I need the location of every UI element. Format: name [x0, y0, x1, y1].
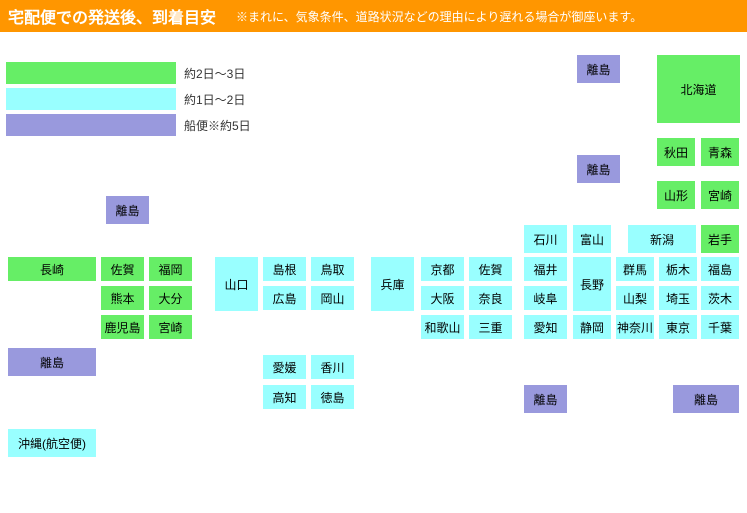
region-nagasaki: 長崎: [7, 256, 97, 282]
region-yamanashi: 山梨: [615, 285, 655, 311]
legend-label: 船便※約5日: [184, 117, 251, 134]
delivery-map: 約2日～3日 約1日～2日 船便※約5日 離島 北海道 秋田 青森 離島 山形 …: [0, 32, 747, 462]
region-gifu: 岐阜: [523, 285, 568, 311]
region-hiroshima: 広島: [262, 285, 307, 311]
region-yamaguchi: 山口: [214, 256, 259, 312]
region-hokkaido: 北海道: [656, 54, 741, 124]
legend-item: 船便※約5日: [6, 114, 251, 136]
legend-swatch-green: [6, 62, 176, 84]
legend-label: 約2日～3日: [184, 65, 245, 82]
region-okayama: 岡山: [310, 285, 355, 311]
region-fukuoka: 福岡: [148, 256, 193, 282]
region-island: 離島: [105, 195, 150, 225]
header-note: ※まれに、気象条件、道路状況などの理由により遅れる場合が御座います。: [236, 8, 642, 25]
region-kyoto: 京都: [420, 256, 465, 282]
region-shizuoka: 静岡: [572, 314, 612, 340]
region-nara: 奈良: [468, 285, 513, 311]
legend-label: 約1日～2日: [184, 91, 245, 108]
header-bar: 宅配便での発送後、到着目安 ※まれに、気象条件、道路状況などの理由により遅れる場…: [0, 0, 747, 32]
region-fukushima: 福島: [700, 256, 740, 282]
region-tochigi: 栃木: [658, 256, 698, 282]
page-title: 宅配便での発送後、到着目安: [8, 4, 216, 28]
region-niigata: 新潟: [627, 224, 697, 254]
region-osaka: 大阪: [420, 285, 465, 311]
legend-item: 約2日～3日: [6, 62, 251, 84]
region-tokushima: 徳島: [310, 384, 355, 410]
region-tokyo: 東京: [658, 314, 698, 340]
region-ishikawa: 石川: [523, 224, 568, 254]
region-island: 離島: [523, 384, 568, 414]
region-island: 離島: [576, 154, 621, 184]
region-okinawa: 沖縄(航空便): [7, 428, 97, 458]
region-shimane: 島根: [262, 256, 307, 282]
region-saga-c: 佐賀: [468, 256, 513, 282]
region-kumamoto: 熊本: [100, 285, 145, 311]
region-ehime: 愛媛: [262, 354, 307, 380]
region-ibaraki: 茨木: [700, 285, 740, 311]
region-gunma: 群馬: [615, 256, 655, 282]
region-iwate: 岩手: [700, 224, 740, 254]
region-island: 離島: [576, 54, 621, 84]
region-tottori: 鳥取: [310, 256, 355, 282]
region-miyazaki: 宮崎: [148, 314, 193, 340]
region-miyazaki-tohoku: 宮崎: [700, 180, 740, 210]
region-fukui: 福井: [523, 256, 568, 282]
region-oita: 大分: [148, 285, 193, 311]
legend-swatch-purple: [6, 114, 176, 136]
legend-swatch-cyan: [6, 88, 176, 110]
region-chiba: 千葉: [700, 314, 740, 340]
region-yamagata: 山形: [656, 180, 696, 210]
region-kagawa: 香川: [310, 354, 355, 380]
legend: 約2日～3日 約1日～2日 船便※約5日: [6, 62, 251, 140]
region-kanagawa: 神奈川: [615, 314, 655, 340]
region-toyama: 富山: [572, 224, 612, 254]
region-saitama: 埼玉: [658, 285, 698, 311]
legend-item: 約1日～2日: [6, 88, 251, 110]
region-saga: 佐賀: [100, 256, 145, 282]
region-akita: 秋田: [656, 137, 696, 167]
region-hyogo: 兵庫: [370, 256, 415, 312]
region-island: 離島: [672, 384, 740, 414]
region-mie: 三重: [468, 314, 513, 340]
region-kagoshima: 鹿児島: [100, 314, 145, 340]
region-island: 離島: [7, 347, 97, 377]
region-wakayama: 和歌山: [420, 314, 465, 340]
region-kochi: 高知: [262, 384, 307, 410]
region-nagano: 長野: [572, 256, 612, 312]
region-aomori: 青森: [700, 137, 740, 167]
region-aichi: 愛知: [523, 314, 568, 340]
